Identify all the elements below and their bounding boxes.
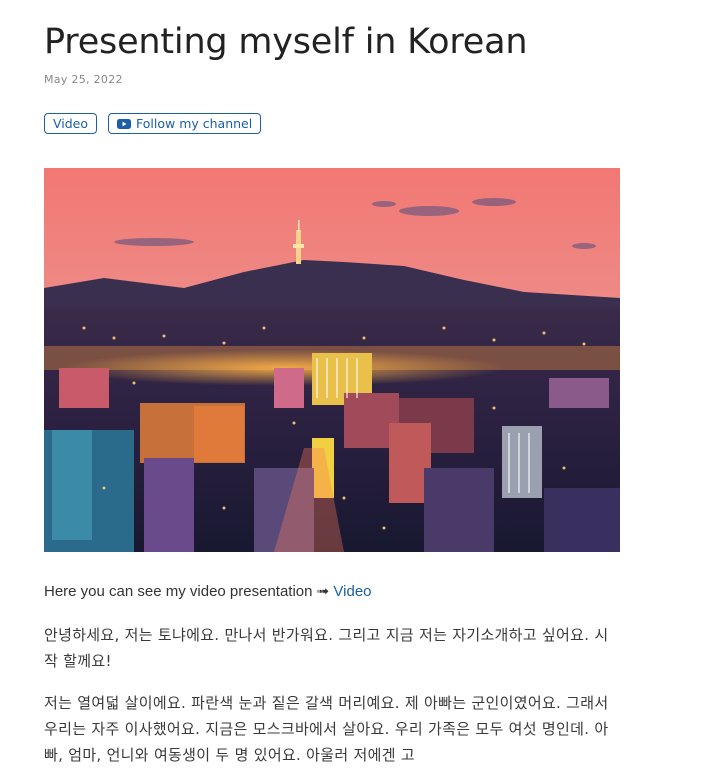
- post-date: May 25, 2022: [44, 73, 123, 86]
- arrow-icon: ➟: [316, 583, 330, 600]
- post-title: Presenting myself in Korean: [44, 22, 528, 62]
- follow-channel-label: Follow my channel: [136, 116, 253, 131]
- post-tags: Video Follow my channel: [44, 113, 262, 134]
- paragraph-about-me: 저는 열여덟 살이에요. 파란색 눈과 짙은 갈색 머리예요. 제 아빠는 군인…: [44, 694, 609, 764]
- video-link[interactable]: Video: [333, 583, 371, 600]
- blog-post-page: Presenting myself in Korean May 25, 2022…: [0, 0, 714, 768]
- youtube-icon: [117, 118, 132, 129]
- video-intro-line: Here you can see my video presentation ➟…: [44, 580, 624, 604]
- follow-channel-button[interactable]: Follow my channel: [108, 113, 262, 134]
- intro-text: Here you can see my video presentation: [44, 583, 313, 600]
- tag-video-button[interactable]: Video: [44, 113, 98, 134]
- paragraph-greeting: 안녕하세요, 저는 토냐에요. 만나서 반가워요. 그리고 지금 저는 자기소개…: [44, 626, 609, 670]
- seoul-night-image: [44, 168, 620, 552]
- tag-video-label: Video: [53, 116, 89, 131]
